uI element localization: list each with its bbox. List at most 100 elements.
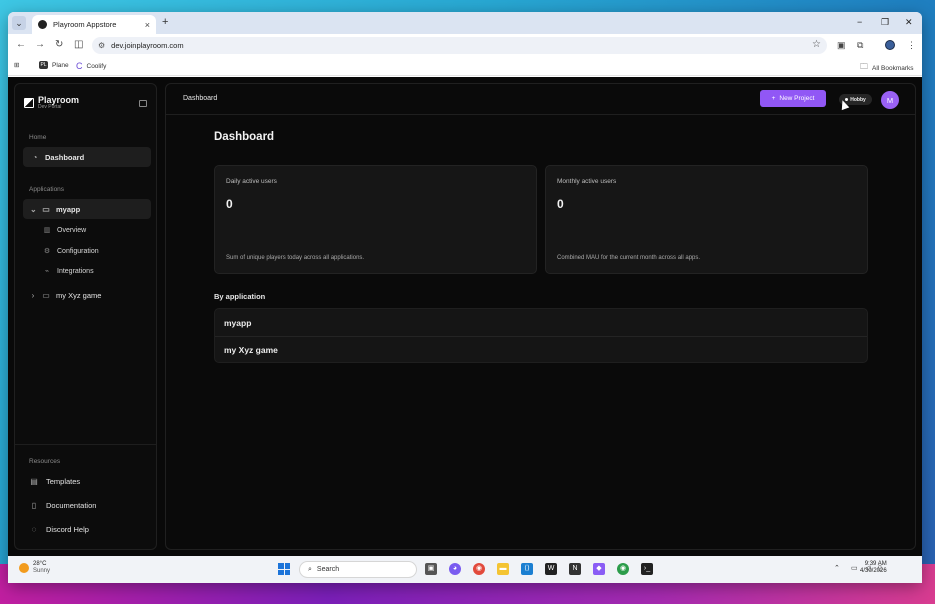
bar-chart-icon: ▥ <box>43 227 51 234</box>
sidebar-item-label: Templates <box>46 477 81 486</box>
site-info-icon[interactable]: ⚙ <box>98 41 105 50</box>
terminal-icon[interactable]: ›_ <box>641 563 653 575</box>
address-bar[interactable]: ⚙ dev.joinplayroom.com ☆ <box>92 37 827 54</box>
avatar-initial: M <box>886 95 894 105</box>
restore-icon[interactable]: ❐ <box>881 17 889 27</box>
user-avatar[interactable]: M <box>881 91 899 109</box>
tab-title: Playroom Appstore <box>53 20 117 29</box>
tab-strip: ⌄ Playroom Appstore × + − ❐ ✕ <box>8 12 922 34</box>
book-icon: ▯ <box>31 501 37 510</box>
list-item[interactable]: myapp <box>215 309 867 336</box>
network-icon[interactable]: ▭ <box>851 564 858 574</box>
folder-icon: ▭ <box>42 290 50 300</box>
card-label: Monthly active users <box>557 178 617 185</box>
sidebar-item-documentation[interactable]: ▯ Documentation <box>29 501 97 510</box>
plug-icon: ⌁ <box>44 268 50 275</box>
sidebar-item-discord-help[interactable]: ◌ Discord Help <box>29 525 89 534</box>
new-project-button[interactable]: + New Project <box>760 90 826 107</box>
sidebar-item-label: myapp <box>56 204 81 214</box>
profile-avatar[interactable] <box>885 40 895 50</box>
search-icon: ⌕ <box>308 565 312 573</box>
dashboard-icon: ◔ <box>32 152 38 162</box>
sidebar-item-integrations[interactable]: ⌁ Integrations <box>43 267 94 276</box>
sidebar-item-label: my Xyz game <box>56 290 102 300</box>
wikipedia-icon[interactable]: W <box>545 563 557 575</box>
tab-playroom[interactable]: Playroom Appstore × <box>32 15 156 34</box>
card-value: 0 <box>557 197 564 211</box>
card-label: Daily active users <box>226 178 277 185</box>
folder-icon: 🗀 <box>860 62 868 71</box>
card-value: 0 <box>226 197 233 211</box>
top-bar: Dashboard + New Project Hobby M <box>166 84 915 115</box>
new-project-label: New Project <box>779 95 815 102</box>
all-bookmarks-label: All Bookmarks <box>872 64 914 72</box>
sidebar-item-myapp[interactable]: ⌄ ▭ myapp <box>23 199 151 219</box>
daily-active-users-card: Daily active users 0 Sum of unique playe… <box>214 165 537 274</box>
url-text: dev.joinplayroom.com <box>111 41 184 50</box>
browser-window: ⌄ Playroom Appstore × + − ❐ ✕ ← → ↻ ◫ ⚙ … <box>8 12 922 583</box>
all-bookmarks[interactable]: 🗀 All Bookmarks <box>860 61 914 75</box>
bookmark-star-icon[interactable]: ☆ <box>812 39 821 50</box>
card-description: Sum of unique players today across all a… <box>226 255 365 261</box>
bookmark-label: Plane <box>52 61 69 69</box>
split-view-icon[interactable]: ◫ <box>74 39 83 51</box>
by-application-heading: By application <box>214 292 266 301</box>
app-viewport: Playroom Dev Portal Home ◔ Dashboard App… <box>8 77 922 556</box>
windows-taskbar: 28°C Sunny ⌕ Search ▣ ◕ ◉ ▬ ⟨⟩ W N ◆ ◉ ›… <box>8 556 922 583</box>
close-window-icon[interactable]: ✕ <box>905 17 913 27</box>
chat-icon: ◌ <box>31 525 37 534</box>
apps-grid-icon[interactable]: ⊞ <box>14 61 19 69</box>
clock-time: 9:39 AM <box>864 561 887 567</box>
start-button[interactable] <box>278 563 290 575</box>
coolify-icon: C <box>76 61 83 71</box>
close-tab-icon[interactable]: × <box>145 20 150 30</box>
sidebar-item-configuration[interactable]: ⚙ Configuration <box>43 247 99 256</box>
task-view-icon[interactable]: ▣ <box>425 563 437 575</box>
sidebar-divider <box>15 444 156 445</box>
sidebar-collapse-icon[interactable] <box>139 100 147 107</box>
chrome-canary-icon[interactable]: ◉ <box>617 563 629 575</box>
main-content: Dashboard + New Project Hobby M Dashboar… <box>165 83 916 550</box>
search-placeholder: Search <box>316 566 340 573</box>
chrome-icon[interactable]: ◉ <box>473 563 485 575</box>
vscode-icon[interactable]: ⟨⟩ <box>521 563 533 575</box>
reload-icon[interactable]: ↻ <box>55 39 63 51</box>
sidebar-item-label: Dashboard <box>45 152 85 162</box>
discord-icon[interactable]: ◕ <box>449 563 461 575</box>
reading-list-icon[interactable]: ▣ <box>837 39 846 51</box>
resources-section-label: Resources <box>29 458 61 465</box>
bookmark-plane[interactable]: PL Plane <box>39 61 69 69</box>
temperature: 28°C <box>33 561 47 567</box>
home-section-label: Home <box>29 134 47 141</box>
playroom-logo[interactable]: Playroom Dev Portal <box>24 96 79 110</box>
extensions-icon[interactable]: ⧉ <box>857 39 863 51</box>
breadcrumb: Dashboard <box>183 95 218 102</box>
sidebar-item-overview[interactable]: ▥ Overview <box>43 226 87 235</box>
weather-widget[interactable]: 28°C Sunny <box>19 561 50 575</box>
file-explorer-icon[interactable]: ▬ <box>497 563 509 575</box>
forward-icon[interactable]: → <box>35 39 45 51</box>
gear-icon: ⚙ <box>43 248 51 255</box>
tray-chevron-up-icon[interactable]: ⌃ <box>834 564 840 574</box>
list-item[interactable]: my Xyz game <box>215 336 867 362</box>
sidebar-item-templates[interactable]: ▤ Templates <box>29 477 80 486</box>
logo-subtitle: Dev Portal <box>38 104 62 110</box>
folder-icon: ▭ <box>42 204 50 214</box>
sidebar-item-label: Documentation <box>46 501 97 510</box>
minimize-icon[interactable]: − <box>857 17 862 27</box>
monthly-active-users-card: Monthly active users 0 Combined MAU for … <box>545 165 868 274</box>
back-icon[interactable]: ← <box>16 39 26 51</box>
system-clock[interactable]: 9:39 AM 4/30/2026 <box>860 561 887 575</box>
bookmark-coolify[interactable]: C Coolify <box>76 61 106 71</box>
tab-search-icon[interactable]: ⌄ <box>12 16 26 30</box>
clock-date: 4/30/2026 <box>860 568 887 575</box>
sidebar-item-my-xyz-game[interactable]: › ▭ my Xyz game <box>23 285 151 305</box>
page-title: Dashboard <box>214 131 275 143</box>
new-tab-icon[interactable]: + <box>162 16 168 28</box>
sun-icon <box>19 562 29 573</box>
obsidian-icon[interactable]: ◆ <box>593 563 605 575</box>
taskbar-search[interactable]: ⌕ Search <box>299 561 417 578</box>
browser-menu-icon[interactable]: ⋮ <box>907 39 916 51</box>
notion-icon[interactable]: N <box>569 563 581 575</box>
sidebar-item-dashboard[interactable]: ◔ Dashboard <box>23 147 151 167</box>
